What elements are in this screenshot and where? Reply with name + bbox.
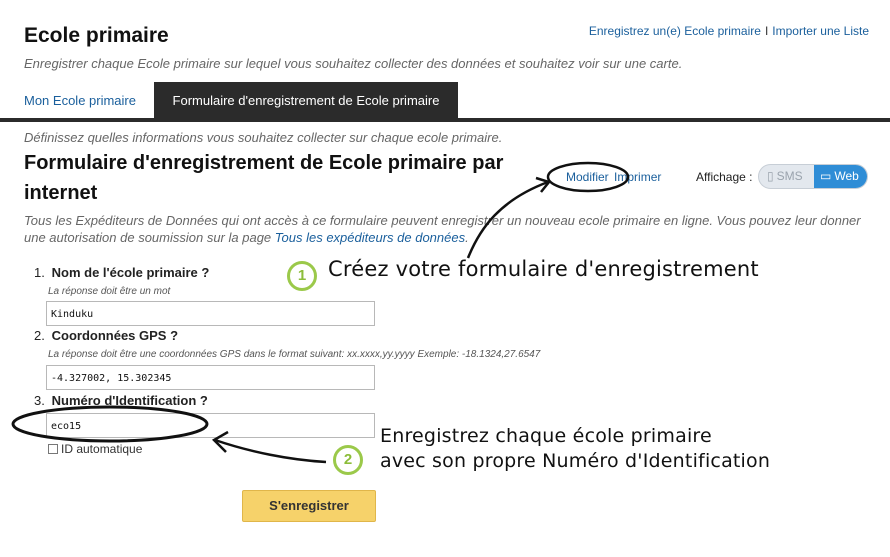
question-label: Nom de l'école primaire ? — [51, 265, 210, 280]
tab-my-school[interactable]: Mon Ecole primaire — [24, 82, 136, 118]
annotation-2-line-1: Enregistrez chaque école primaire — [380, 425, 712, 447]
tab-registration-form[interactable]: Formulaire d'enregistrement de Ecole pri… — [154, 82, 458, 118]
toggle-sms[interactable]: ▯ SMS — [767, 165, 813, 188]
form-actions: Modifier Imprimer — [566, 170, 663, 184]
question-number: 2. — [34, 328, 45, 343]
page-title: Ecole primaire — [24, 24, 169, 47]
question-2: 2. Coordonnées GPS ? — [34, 328, 178, 343]
step-1-badge: 1 — [287, 261, 317, 291]
phone-icon: ▯ — [767, 169, 774, 183]
gps-input[interactable]: -4.327002, 15.302345 — [46, 365, 375, 390]
description: Tous les Expéditeurs de Données qui ont … — [24, 212, 874, 246]
question-number: 1. — [34, 265, 45, 280]
laptop-icon: ▭ — [820, 169, 832, 183]
id-number-input[interactable]: eco15 — [46, 413, 375, 438]
link-separator: I — [764, 24, 769, 38]
display-label: Affichage : — [696, 170, 753, 184]
id-arrow — [214, 438, 327, 464]
register-link[interactable]: Enregistrez un(e) Ecole primaire — [589, 24, 761, 38]
annotation-1: Créez votre formulaire d'enregistrement — [328, 257, 759, 281]
auto-id-label: ID automatique — [61, 442, 143, 456]
question-3: 3. Numéro d'Identification ? — [34, 393, 208, 408]
question-label: Numéro d'Identification ? — [51, 393, 208, 408]
data-senders-link[interactable]: Tous les expéditeurs de données — [275, 230, 465, 245]
display-toggle: ▯ SMS ▭ Web — [758, 164, 868, 189]
school-name-input[interactable]: Kinduku — [46, 301, 375, 326]
print-link[interactable]: Imprimer — [614, 170, 661, 184]
modify-link[interactable]: Modifier — [566, 170, 609, 184]
toggle-web-label: Web — [834, 169, 859, 183]
import-list-link[interactable]: Importer une Liste — [772, 24, 869, 38]
step-2-badge: 2 — [333, 445, 363, 475]
annotation-2-line-2: avec son propre Numéro d'Identification — [380, 450, 771, 472]
header-links: Enregistrez un(e) Ecole primaire I Importe… — [589, 24, 869, 38]
intro-text: Définissez quelles informations vous sou… — [24, 130, 503, 145]
question-label: Coordonnées GPS ? — [51, 328, 179, 343]
auto-id-checkbox[interactable]: ID automatique — [48, 442, 142, 456]
submit-button[interactable]: S'enregistrer — [242, 490, 376, 522]
toggle-sms-label: SMS — [776, 169, 803, 183]
question-hint: La réponse doit être une coordonnées GPS… — [48, 349, 541, 360]
checkbox-box[interactable] — [48, 444, 58, 454]
form-title: Formulaire d'enregistrement de Ecole pri… — [24, 152, 504, 204]
page-subtitle: Enregistrer chaque Ecole primaire sur le… — [24, 56, 683, 71]
question-1: 1. Nom de l'école primaire ? — [34, 265, 209, 280]
tab-bar: Mon Ecole primaire Formulaire d'enregist… — [0, 82, 890, 122]
description-end: . — [465, 230, 469, 245]
toggle-web[interactable]: ▭ Web — [814, 165, 867, 188]
question-hint: La réponse doit être un mot — [48, 286, 171, 297]
question-number: 3. — [34, 393, 45, 408]
